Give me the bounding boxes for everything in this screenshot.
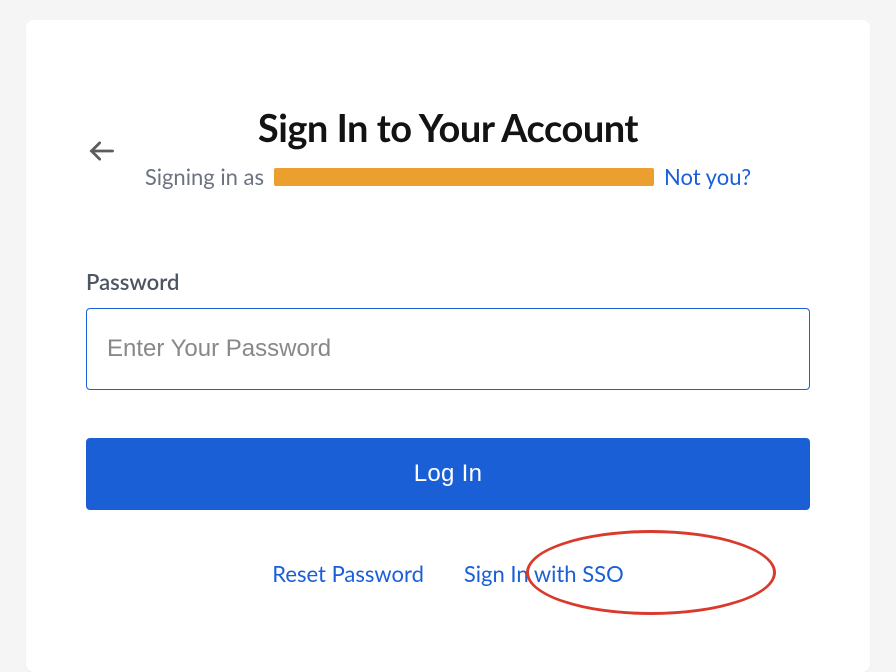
password-form: Password Log In Reset Password Sign In w… (86, 268, 810, 587)
signing-in-as-label: Signing in as (145, 163, 264, 190)
signin-card: Sign In to Your Account Signing in as No… (26, 20, 870, 672)
reset-password-link[interactable]: Reset Password (272, 560, 424, 587)
password-input[interactable] (86, 308, 810, 390)
not-you-link[interactable]: Not you? (664, 163, 751, 190)
login-button[interactable]: Log In (86, 438, 810, 510)
back-button[interactable] (88, 137, 116, 165)
redacted-email (274, 168, 654, 186)
password-label: Password (86, 268, 810, 295)
arrow-left-icon (88, 137, 116, 165)
sso-link[interactable]: Sign In with SSO (464, 560, 624, 587)
subtitle-row: Signing in as Not you? (86, 163, 810, 190)
page-title: Sign In to Your Account (86, 105, 810, 151)
secondary-links: Reset Password Sign In with SSO (86, 560, 810, 587)
